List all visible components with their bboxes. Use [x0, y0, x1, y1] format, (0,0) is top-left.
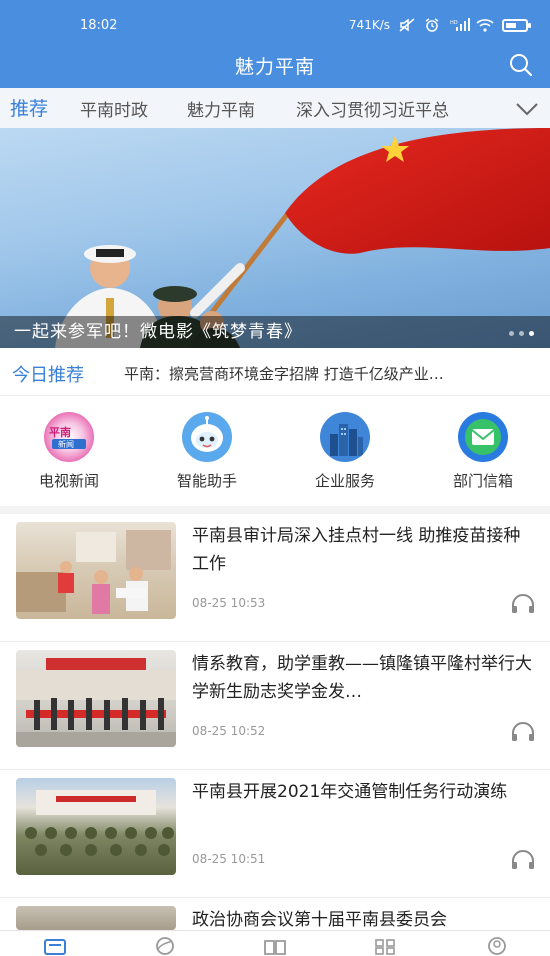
network-speed: 741K/s: [348, 18, 390, 32]
read-icon[interactable]: [262, 935, 288, 955]
status-time: 18:02: [80, 18, 118, 33]
service-tv-news[interactable]: 平南 新闻 电视新闻: [4, 412, 134, 491]
headphones-icon[interactable]: [510, 722, 536, 742]
tab-charm[interactable]: 魅力平南: [187, 96, 255, 121]
tab-recommend[interactable]: 推荐: [10, 94, 48, 121]
banner-caption: 一起来参军吧！微电影《筑梦青春》: [14, 322, 302, 342]
news-title: 情系教育，助学重教——镇隆镇平隆村举行大学新生励志奖学金发…: [192, 654, 532, 702]
battery-icon: [502, 18, 531, 32]
news-thumbnail: [16, 906, 176, 930]
service-label: 部门信箱: [452, 472, 513, 490]
app-header: 18:02 741K/s HD 魅力平南: [0, 0, 550, 88]
hd-signal-icon: HD: [450, 18, 470, 32]
bottom-navigation: [0, 930, 550, 956]
service-label: 电视新闻: [38, 472, 99, 490]
news-thumbnail: [16, 778, 176, 875]
alarm-icon: [424, 18, 442, 32]
news-time: 08-25 10:51: [192, 852, 266, 866]
today-headline[interactable]: 平南：擦亮营商环境金字招牌 打造千亿级产业…: [124, 363, 530, 384]
section-divider: [0, 506, 550, 514]
channel-tabs: 推荐 平南时政 魅力平南 深入习贯彻习近平总: [0, 88, 550, 128]
apps-icon[interactable]: [372, 935, 398, 955]
svg-text:新闻: 新闻: [58, 439, 74, 449]
page-title: 魅力平南: [234, 56, 315, 78]
news-item[interactable]: 政治协商会议第十届平南县委员会: [0, 898, 550, 930]
banner-image: [55, 128, 550, 348]
news-item[interactable]: 平南县开展2021年交通管制任务行动演练 08-25 10:51: [0, 770, 550, 898]
service-label: 智能助手: [176, 472, 237, 490]
service-grid: 平南 新闻 电视新闻 智能助手 企业服务 部门信箱: [0, 400, 550, 506]
svg-text:HD: HD: [450, 20, 458, 26]
news-title: 平南县审计局深入挂点村一线 助推疫苗接种工作: [192, 526, 521, 574]
wifi-icon: [476, 18, 494, 32]
svg-text:平南: 平南: [49, 425, 71, 439]
discover-icon[interactable]: [152, 935, 178, 955]
banner-dot[interactable]: [519, 331, 524, 336]
banner-dot[interactable]: [509, 331, 514, 336]
search-icon[interactable]: [508, 52, 534, 78]
banner-dot-active[interactable]: [529, 331, 534, 336]
user-icon[interactable]: [484, 935, 510, 955]
headphones-icon[interactable]: [510, 594, 536, 614]
banner-carousel[interactable]: 一起来参军吧！微电影《筑梦青春》: [0, 128, 550, 348]
tv-news-icon: 平南 新闻: [44, 412, 94, 462]
today-recommend-bar[interactable]: 今日推荐 平南：擦亮营商环境金字招牌 打造千亿级产业…: [0, 348, 550, 396]
news-time: 08-25 10:53: [192, 596, 266, 610]
news-thumbnail: [16, 650, 176, 747]
tab-politics[interactable]: 平南时政: [80, 96, 148, 121]
today-label: 今日推荐: [12, 365, 84, 386]
mute-icon: [398, 18, 416, 32]
news-time: 08-25 10:52: [192, 724, 266, 738]
status-icons: 741K/s HD: [348, 18, 531, 32]
service-mailbox[interactable]: 部门信箱: [418, 412, 548, 491]
news-thumbnail: [16, 522, 176, 619]
service-enterprise[interactable]: 企业服务: [280, 412, 410, 491]
mail-icon: [458, 412, 508, 462]
service-label: 企业服务: [314, 472, 375, 490]
chevron-down-icon[interactable]: [514, 96, 540, 120]
status-bar: 18:02 741K/s HD: [0, 18, 550, 38]
home-icon[interactable]: [42, 935, 68, 955]
news-item[interactable]: 平南县审计局深入挂点村一线 助推疫苗接种工作 08-25 10:53: [0, 514, 550, 642]
banner-pagination: [509, 331, 534, 336]
news-title: 平南县开展2021年交通管制任务行动演练: [192, 782, 508, 802]
headphones-icon[interactable]: [510, 850, 536, 870]
buildings-icon: [320, 412, 370, 462]
robot-icon: [182, 412, 232, 462]
service-assistant[interactable]: 智能助手: [142, 412, 272, 491]
news-item[interactable]: 情系教育，助学重教——镇隆镇平隆村举行大学新生励志奖学金发… 08-25 10:…: [0, 642, 550, 770]
tab-study[interactable]: 深入习贯彻习近平总: [296, 96, 449, 121]
